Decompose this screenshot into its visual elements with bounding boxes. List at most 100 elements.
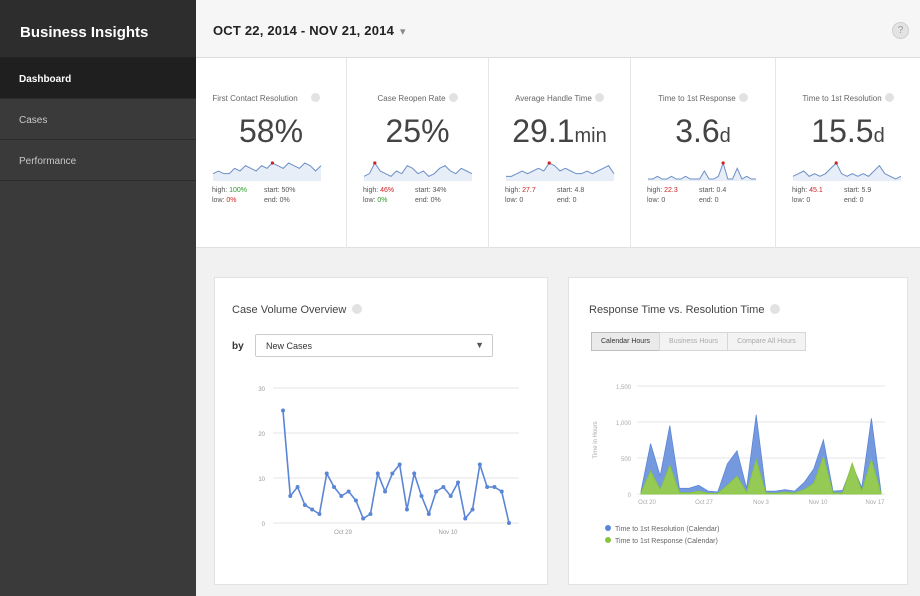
info-icon[interactable] (884, 93, 894, 102)
kpi-end: 0% (279, 197, 290, 204)
sparkline-area (364, 163, 472, 181)
data-point (477, 462, 482, 467)
data-point (485, 485, 490, 489)
sparkline-high-marker (547, 161, 551, 165)
sparkline-area (793, 163, 901, 181)
data-point (463, 516, 468, 521)
info-icon[interactable] (448, 93, 458, 102)
kpi-start: 34% (432, 187, 447, 194)
kpi-sparkline (506, 161, 615, 181)
response-resolution-panel: Response Time vs. Resolution Time Calend… (568, 277, 908, 585)
data-point (324, 471, 329, 476)
kpi-high: 22.3 (664, 187, 678, 194)
sparkline-high-marker (834, 161, 838, 165)
x-tick-label: Nov 3 (753, 500, 769, 506)
legend-swatch (605, 525, 611, 531)
panel-title: Response Time vs. Resolution Time (589, 304, 765, 316)
info-icon[interactable] (738, 93, 748, 102)
chevron-down-icon: ▼ (475, 340, 484, 350)
data-point (426, 512, 431, 516)
data-point (295, 485, 300, 489)
x-tick-label: Oct 29 (334, 530, 352, 536)
legend-swatch (605, 537, 611, 543)
y-tick-label: 30 (258, 387, 265, 393)
info-icon[interactable] (770, 304, 781, 314)
y-tick-label: 0 (628, 493, 632, 499)
sidebar: Business Insights Dashboard Cases Perfor… (0, 0, 196, 596)
by-label: by (232, 341, 244, 352)
kpi-sparkline (792, 161, 902, 181)
legend-label: Time to 1st Resolution (Calendar) (615, 526, 720, 533)
data-point (470, 507, 475, 512)
data-point (434, 489, 439, 494)
kpi-time-to-first-response: Time to 1st Response 3.6d high: 22.3 star… (631, 58, 776, 248)
kpi-label: First Contact Resolution (212, 94, 298, 103)
data-point (346, 489, 351, 494)
kpi-high: 46% (380, 187, 395, 194)
case-type-select[interactable]: New Cases ▼ (255, 334, 493, 357)
data-point (332, 485, 337, 489)
data-point (302, 503, 307, 507)
kpi-sparkline (648, 161, 756, 181)
data-point (339, 494, 344, 498)
data-point (317, 512, 322, 516)
data-point (383, 489, 388, 494)
date-range-picker[interactable]: OCT 22, 2014 - NOV 21, 2014 ▾ (213, 23, 406, 38)
select-value: New Cases (266, 341, 313, 351)
sparkline-high-marker (270, 161, 274, 165)
nav-item-performance[interactable]: Performance (0, 140, 196, 181)
info-icon[interactable] (594, 93, 604, 102)
kpi-average-handle-time: Average Handle Time 29.1min high: 27.7 st… (489, 58, 631, 248)
data-point (361, 516, 366, 521)
case-volume-panel: Case Volume Overview by New Cases ▼ 0 10 2… (214, 277, 548, 585)
tab-business-hours[interactable]: Business Hours (659, 332, 729, 351)
data-point (419, 494, 424, 498)
kpi-end: 0 (714, 197, 719, 204)
nav-item-dashboard[interactable]: Dashboard (0, 58, 196, 99)
data-point (397, 462, 402, 467)
data-point (499, 489, 504, 494)
kpi-unit: d (873, 125, 885, 147)
kpi-value: 25% (385, 113, 450, 149)
x-tick-label: Oct 27 (695, 500, 713, 506)
data-point (310, 507, 315, 512)
sparkline-area (648, 163, 756, 181)
kpi-stats: high: 45.1 start: 5.9 low: 0 end: 0 (792, 187, 872, 204)
legend-item-response: Time to 1st Response (Calendar) (605, 537, 718, 545)
kpi-value: 15.5 (811, 113, 874, 149)
info-icon[interactable] (310, 93, 320, 102)
kpi-label: Time to 1st Response (658, 94, 736, 103)
x-tick-label: Nov 17 (865, 500, 885, 506)
kpi-low: 0 (806, 197, 811, 204)
sparkline-area (213, 163, 321, 181)
help-icon[interactable]: ? (892, 22, 909, 39)
case-volume-chart: 0 10 20 30 Oct 29 Nov 10 (258, 387, 519, 536)
x-tick-label: Nov 10 (438, 530, 458, 536)
tab-compare-all-hours[interactable]: Compare All Hours (727, 332, 806, 351)
data-point (353, 498, 358, 503)
data-point (281, 408, 285, 413)
kpi-first-contact-resolution: First Contact Resolution 58% high: 100% s… (196, 58, 347, 248)
data-point (492, 485, 497, 489)
info-icon[interactable] (352, 304, 363, 314)
kpi-end: 0 (859, 197, 864, 204)
sparkline-high-marker (721, 161, 725, 165)
tab-calendar-hours[interactable]: Calendar Hours (591, 332, 661, 351)
kpi-low: 0 (661, 197, 666, 204)
app-title: Business Insights (0, 0, 196, 58)
kpi-value: 29.1 (512, 113, 575, 149)
sparkline-high-marker (373, 161, 377, 165)
nav-item-cases[interactable]: Cases (0, 99, 196, 140)
y-axis-label: Time in Hours (593, 421, 599, 458)
y-tick-label: 1,500 (616, 385, 632, 391)
chevron-down-icon: ▾ (400, 26, 406, 38)
kpi-high: 100% (229, 187, 248, 194)
kpi-label: Time to 1st Resolution (802, 94, 882, 103)
data-point (368, 512, 373, 516)
data-point (507, 521, 511, 525)
kpi-stats: high: 46% start: 34% low: 0% end: 0% (363, 187, 447, 204)
case-volume-line (282, 410, 510, 524)
kpi-high: 27.7 (522, 187, 536, 194)
kpi-sparkline (212, 161, 322, 181)
kpi-low: 0% (226, 197, 237, 204)
